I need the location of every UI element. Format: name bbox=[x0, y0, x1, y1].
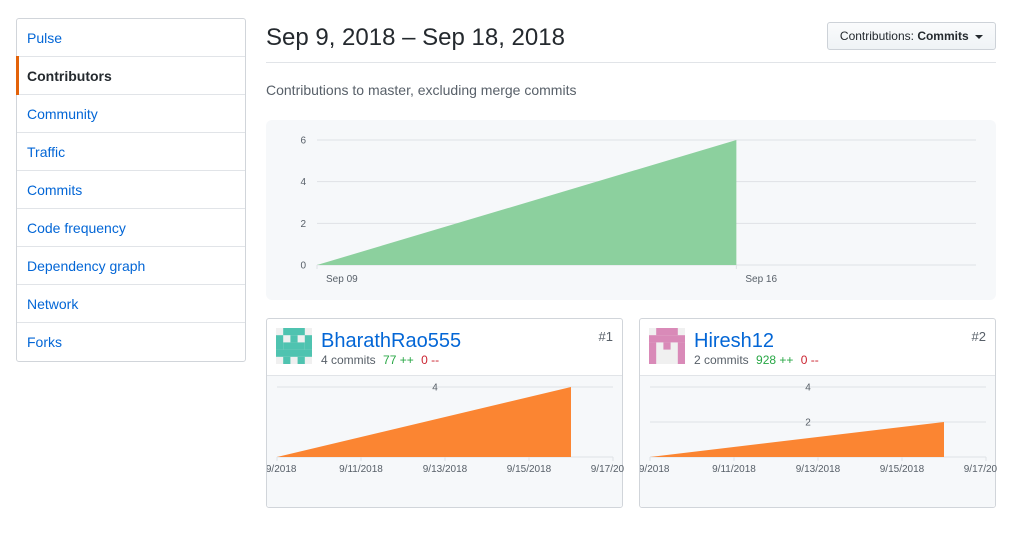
x-tick-label: 9/15/2018 bbox=[507, 464, 552, 475]
sidebar-item-pulse[interactable]: Pulse bbox=[17, 19, 245, 57]
contributor-rank: #1 bbox=[598, 329, 613, 344]
area-series bbox=[277, 387, 571, 457]
x-tick-label: 9/9/2018 bbox=[267, 464, 297, 475]
contributor-rank: #2 bbox=[971, 329, 986, 344]
contributions-type-dropdown[interactable]: Contributions: Commits bbox=[826, 22, 996, 50]
contributor-chart-svg: 2 4 9/9/2018 9/11/2018 9/13/2018 9/15/2018 9/1… bbox=[640, 383, 997, 476]
x-tick-label: 9/13/2018 bbox=[796, 464, 841, 475]
y-tick-label: 2 bbox=[300, 219, 306, 230]
identicon-pink-icon[interactable] bbox=[649, 328, 685, 364]
x-tick-label: 9/17/2018 bbox=[591, 464, 624, 475]
x-tick-label: 9/11/2018 bbox=[712, 464, 756, 475]
contributor-name-link[interactable]: BharathRao555 bbox=[321, 330, 461, 353]
contributor-stats: 2 commits 928 ++ 0 -- bbox=[694, 353, 819, 367]
sidebar-item-forks[interactable]: Forks bbox=[17, 323, 245, 361]
contributor-chart: 2 4 9/9/2018 9/11/2018 9/13/2018 9/15/2018 9/1… bbox=[640, 376, 997, 507]
contributor-card: BharathRao555 4 commits 77 ++ 0 -- #1 4 9… bbox=[266, 318, 624, 508]
commit-count-link[interactable]: 4 commits bbox=[321, 353, 376, 367]
x-tick-label: 9/9/2018 bbox=[640, 464, 670, 475]
y-tick-label: 4 bbox=[300, 177, 306, 188]
additions-count: 77 ++ bbox=[383, 353, 414, 367]
deletions-count: 0 -- bbox=[800, 353, 819, 367]
sidebar-item-code-frequency[interactable]: Code frequency bbox=[17, 209, 245, 247]
commit-count-link[interactable]: 2 commits bbox=[694, 353, 749, 367]
x-tick-label: 9/11/2018 bbox=[339, 464, 383, 475]
x-tick-label: 9/17/2018 bbox=[964, 464, 997, 475]
contributor-chart-svg: 4 9/9/2018 9/11/2018 9/13/2018 9/15/2018 9/17… bbox=[267, 383, 624, 476]
main-chart-svg: 0 2 4 6 Sep 09 Sep 16 bbox=[300, 136, 976, 285]
contributor-chart: 4 9/9/2018 9/11/2018 9/13/2018 9/15/2018 9/17… bbox=[267, 376, 624, 507]
contributors-header: Sep 9, 2018 – Sep 18, 2018 Contributions… bbox=[266, 18, 996, 63]
sidebar-item-dependency-graph[interactable]: Dependency graph bbox=[17, 247, 245, 285]
sidebar-item-traffic[interactable]: Traffic bbox=[17, 133, 245, 171]
area-series bbox=[317, 140, 737, 265]
contributor-card-header: BharathRao555 4 commits 77 ++ 0 -- #1 bbox=[267, 319, 622, 376]
sidebar-item-commits[interactable]: Commits bbox=[17, 171, 245, 209]
contributions-value: Commits bbox=[917, 29, 969, 43]
sidebar-item-contributors[interactable]: Contributors bbox=[16, 56, 245, 95]
y-tick-label: 6 bbox=[300, 136, 306, 147]
x-tick-label: Sep 09 bbox=[326, 274, 358, 285]
identicon-teal-icon[interactable] bbox=[276, 328, 312, 364]
additions-count: 928 ++ bbox=[756, 353, 794, 367]
deletions-count: 0 -- bbox=[421, 353, 440, 367]
y-tick-label: 4 bbox=[432, 383, 438, 394]
insights-sidebar: Pulse Contributors Community Traffic Com… bbox=[16, 18, 246, 362]
x-tick-label: 9/15/2018 bbox=[880, 464, 925, 475]
contributions-subtitle: Contributions to master, excluding merge… bbox=[266, 82, 577, 98]
x-tick-label: 9/13/2018 bbox=[423, 464, 468, 475]
main-contributions-chart: 0 2 4 6 Sep 09 Sep 16 bbox=[266, 120, 996, 300]
x-tick-label: Sep 16 bbox=[745, 274, 777, 285]
y-tick-label: 4 bbox=[805, 383, 811, 394]
contributions-label: Contributions: bbox=[839, 29, 914, 43]
caret-down-icon bbox=[975, 34, 983, 39]
date-range-title: Sep 9, 2018 – Sep 18, 2018 bbox=[266, 24, 565, 51]
contributor-name-link[interactable]: Hiresh12 bbox=[694, 330, 774, 353]
y-tick-label: 2 bbox=[805, 418, 811, 429]
y-tick-label: 0 bbox=[300, 261, 306, 272]
sidebar-item-network[interactable]: Network bbox=[17, 285, 245, 323]
contributor-card: Hiresh12 2 commits 928 ++ 0 -- #2 2 4 9/9/… bbox=[639, 318, 997, 508]
area-series bbox=[650, 422, 944, 457]
sidebar-item-community[interactable]: Community bbox=[17, 95, 245, 133]
contributor-card-header: Hiresh12 2 commits 928 ++ 0 -- #2 bbox=[640, 319, 995, 376]
contributor-stats: 4 commits 77 ++ 0 -- bbox=[321, 353, 439, 367]
